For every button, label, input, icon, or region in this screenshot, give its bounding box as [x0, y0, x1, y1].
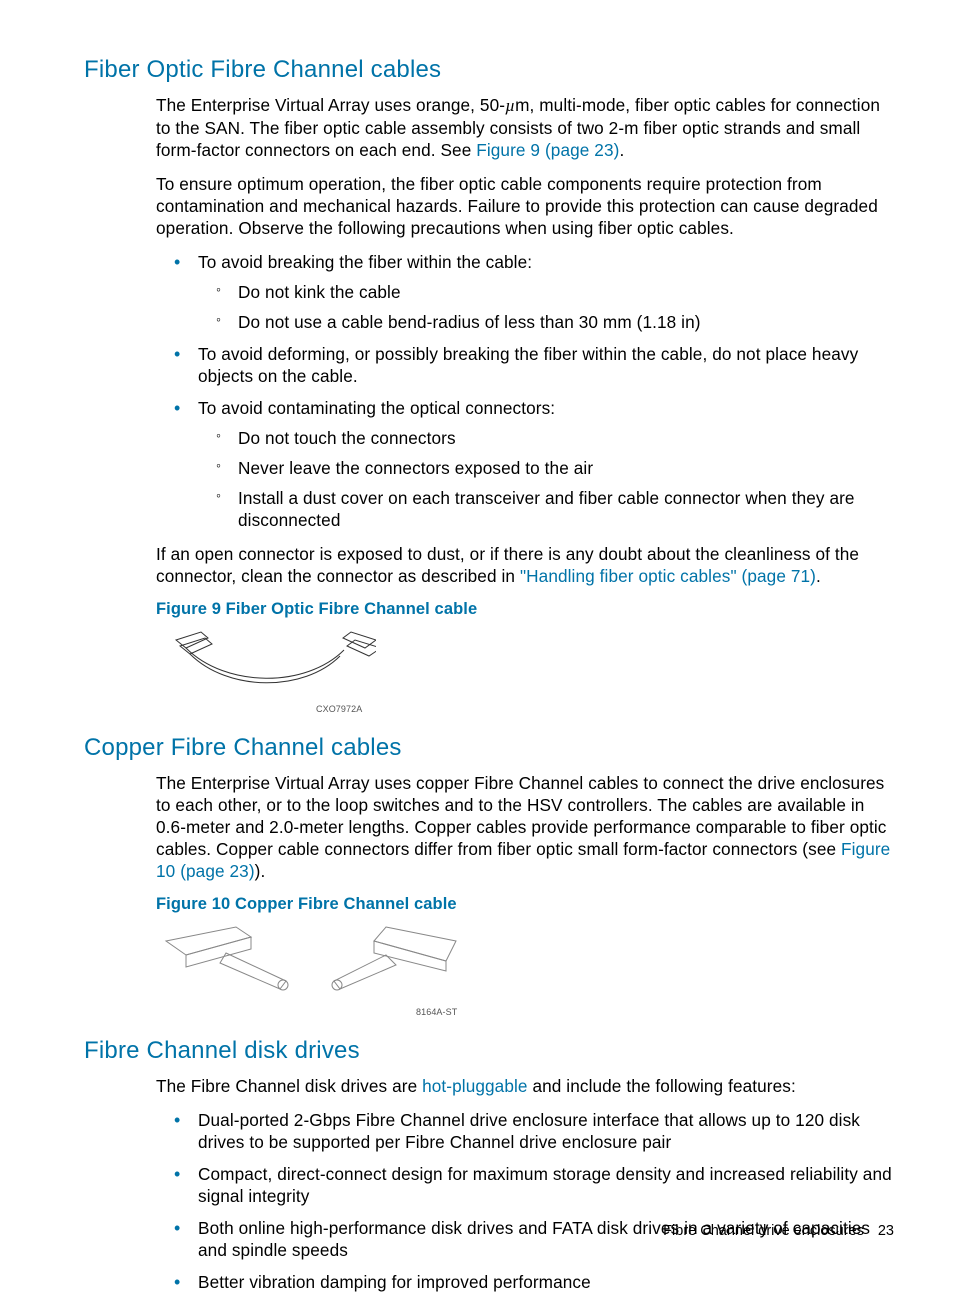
section-body-disk-drives: The Fibre Channel disk drives are hot-pl… — [156, 1075, 894, 1293]
text: The Enterprise Virtual Array uses orange… — [156, 95, 505, 115]
figure-10-image — [156, 923, 466, 1001]
figure-10-caption: Figure 10 Copper Fibre Channel cable — [156, 894, 894, 915]
link-hot-pluggable[interactable]: hot-pluggable — [422, 1076, 527, 1096]
list-item: Do not use a cable bend-radius of less t… — [238, 311, 894, 333]
heading-disk-drives: Fibre Channel disk drives — [84, 1037, 894, 1065]
text: ). — [255, 861, 266, 881]
sub-bullet-list: Do not kink the cable Do not use a cable… — [198, 281, 894, 333]
sub-bullet-list: Do not touch the connectors Never leave … — [198, 427, 894, 531]
paragraph: If an open connector is exposed to dust,… — [156, 543, 894, 587]
text: To avoid contaminating the optical conne… — [198, 398, 555, 418]
text: and include the following features: — [528, 1076, 796, 1096]
paragraph: To ensure optimum operation, the fiber o… — [156, 173, 894, 239]
bullet-list: To avoid breaking the fiber within the c… — [156, 251, 894, 531]
list-item: To avoid contaminating the optical conne… — [198, 397, 894, 531]
bullet-list: Dual-ported 2-Gbps Fibre Channel drive e… — [156, 1109, 894, 1293]
link-figure-9[interactable]: Figure 9 (page 23) — [476, 140, 619, 160]
figure-9-caption: Figure 9 Fiber Optic Fibre Channel cable — [156, 599, 894, 620]
text: To avoid breaking the fiber within the c… — [198, 252, 532, 272]
section-body-copper: The Enterprise Virtual Array uses copper… — [156, 772, 894, 1019]
heading-copper: Copper Fibre Channel cables — [84, 734, 894, 762]
page-footer: Fibre Channel drive enclosures 23 — [663, 1223, 894, 1239]
list-item: To avoid deforming, or possibly breaking… — [198, 343, 894, 387]
link-handling-cables[interactable]: "Handling fiber optic cables" (page 71) — [520, 566, 816, 586]
paragraph: The Enterprise Virtual Array uses copper… — [156, 772, 894, 882]
list-item: Do not kink the cable — [238, 281, 894, 303]
list-item: Install a dust cover on each transceiver… — [238, 487, 894, 531]
list-item: Dual-ported 2-Gbps Fibre Channel drive e… — [198, 1109, 894, 1153]
section-body-fiber-optic: The Enterprise Virtual Array uses orange… — [156, 94, 894, 716]
figure-9-label: CXO7972A — [316, 704, 894, 716]
page-number: 23 — [878, 1223, 894, 1239]
text: The Enterprise Virtual Array uses copper… — [156, 773, 887, 859]
list-item: Compact, direct-connect design for maxim… — [198, 1163, 894, 1207]
heading-fiber-optic: Fiber Optic Fibre Channel cables — [84, 56, 894, 84]
figure-10-label: 8164A-ST — [416, 1007, 894, 1019]
list-item: To avoid breaking the fiber within the c… — [198, 251, 894, 333]
footer-text: Fibre Channel drive enclosures — [663, 1223, 864, 1239]
mu-symbol: µ — [505, 96, 515, 115]
text: . — [619, 140, 624, 160]
list-item: Do not touch the connectors — [238, 427, 894, 449]
text: The Fibre Channel disk drives are — [156, 1076, 422, 1096]
figure-9-image — [156, 628, 376, 698]
list-item: Never leave the connectors exposed to th… — [238, 457, 894, 479]
paragraph: The Fibre Channel disk drives are hot-pl… — [156, 1075, 894, 1097]
text: . — [816, 566, 821, 586]
page: Fiber Optic Fibre Channel cables The Ent… — [0, 0, 954, 1271]
paragraph: The Enterprise Virtual Array uses orange… — [156, 94, 894, 161]
list-item: Better vibration damping for improved pe… — [198, 1271, 894, 1293]
